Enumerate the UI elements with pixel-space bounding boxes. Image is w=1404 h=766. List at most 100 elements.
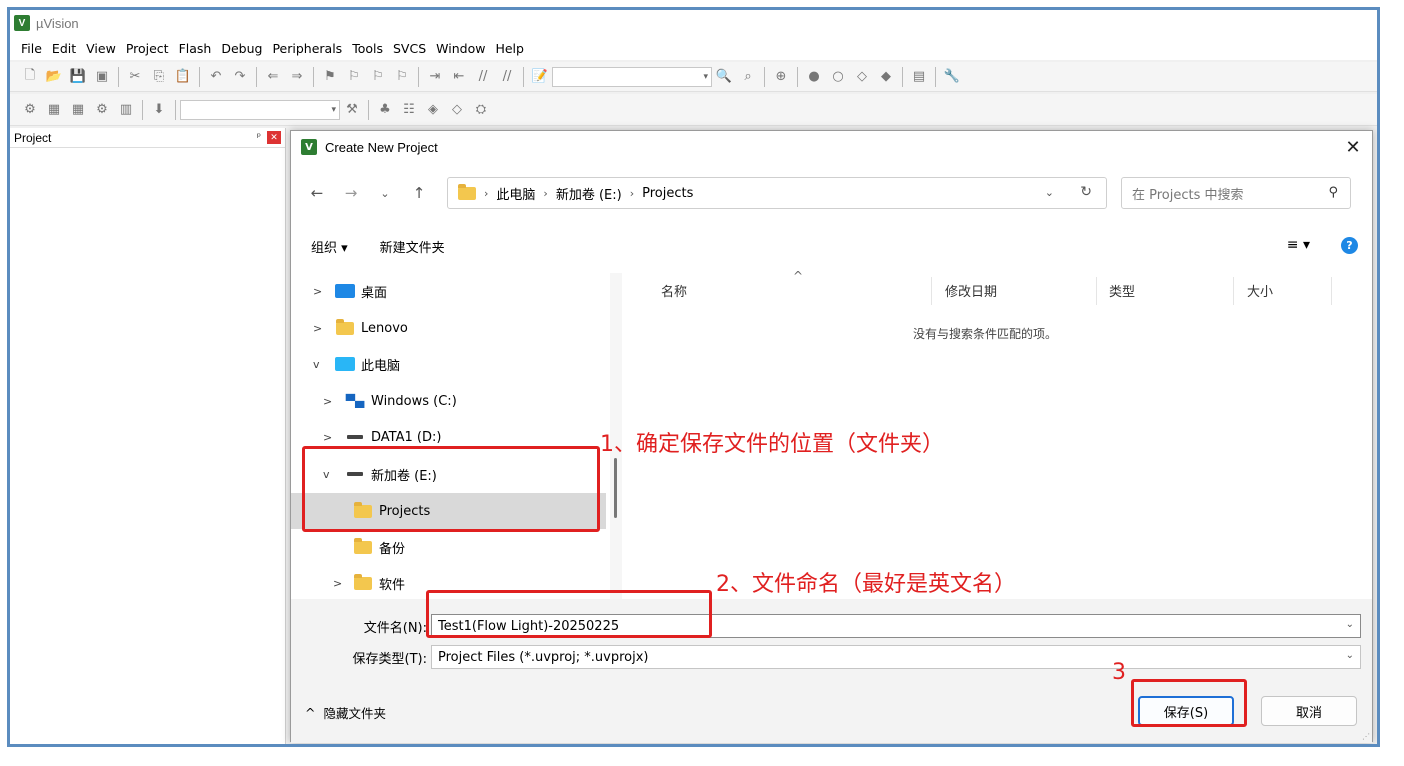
new-file-icon[interactable]: 🗋 xyxy=(20,67,40,87)
undo-icon[interactable]: ↶ xyxy=(206,67,226,87)
expand-chevron-icon[interactable]: > xyxy=(323,431,337,444)
nav-forward-icon[interactable]: ⇒ xyxy=(287,67,307,87)
window-layout-icon[interactable]: ▤ xyxy=(909,67,929,87)
select-packs-icon[interactable]: ☷ xyxy=(399,100,419,120)
view-options-icon[interactable]: ≡ ▾ xyxy=(1287,237,1310,253)
expand-chevron-icon[interactable]: > xyxy=(313,322,327,335)
find-combo[interactable]: ▾ xyxy=(552,66,712,87)
column-divider[interactable] xyxy=(1096,277,1097,305)
chevron-down-icon[interactable]: ⌄ xyxy=(1346,650,1354,661)
menu-edit[interactable]: Edit xyxy=(47,41,81,56)
organize-button[interactable]: 组织 ▾ xyxy=(311,237,348,256)
column-header-size[interactable]: 大小 xyxy=(1247,273,1273,307)
pack-installer-icon[interactable]: ◈ xyxy=(423,100,443,120)
manage-components-icon[interactable]: ♣ xyxy=(375,100,395,120)
close-icon[interactable]: ✕ xyxy=(267,131,281,144)
tree-item-lenovo[interactable]: > Lenovo xyxy=(313,310,408,346)
menu-svcs[interactable]: SVCS xyxy=(388,41,431,56)
configure-icon[interactable]: 🔧 xyxy=(942,67,962,87)
rte-icon[interactable]: ⛭ xyxy=(471,100,491,120)
resize-grip-icon[interactable]: ⋰ xyxy=(1362,732,1370,741)
scrollbar-thumb[interactable] xyxy=(614,458,617,518)
open-file-icon[interactable]: 📂 xyxy=(44,67,64,87)
menu-project[interactable]: Project xyxy=(121,41,174,56)
translate-icon[interactable]: ⚙ xyxy=(20,100,40,120)
collapse-chevron-icon[interactable]: v xyxy=(313,358,327,371)
breakpoint-icon[interactable]: ● xyxy=(804,67,824,87)
dialog-close-button[interactable]: ✕ xyxy=(1340,135,1366,159)
chevron-down-icon[interactable]: ⌄ xyxy=(1346,619,1354,630)
expand-chevron-icon[interactable]: > xyxy=(333,577,347,590)
target-options-icon[interactable]: ⚒ xyxy=(342,100,362,120)
find-in-files-icon[interactable]: 📝 xyxy=(530,67,550,87)
back-arrow-icon[interactable]: ← xyxy=(305,181,329,205)
paste-icon[interactable]: 📋 xyxy=(173,67,193,87)
menu-window[interactable]: Window xyxy=(431,41,490,56)
new-folder-button[interactable]: 新建文件夹 xyxy=(380,237,445,256)
rebuild-icon[interactable]: ▦ xyxy=(68,100,88,120)
comment-icon[interactable]: // xyxy=(473,67,493,87)
find-icon[interactable]: 🔍 xyxy=(714,67,734,87)
unindent-icon[interactable]: ⇤ xyxy=(449,67,469,87)
save-icon[interactable]: 💾 xyxy=(68,67,88,87)
tree-item-backup[interactable]: 备份 xyxy=(353,529,405,565)
redo-icon[interactable]: ↷ xyxy=(230,67,250,87)
breakpoint-disable-icon[interactable]: ○ xyxy=(828,67,848,87)
bookmark-next-icon[interactable]: ⚐ xyxy=(368,67,388,87)
pin-icon[interactable]: ᵖ xyxy=(257,132,261,143)
column-header-type[interactable]: 类型 xyxy=(1109,273,1135,307)
batch-build-icon[interactable]: ⚙ xyxy=(92,100,112,120)
column-header-name[interactable]: 名称 xyxy=(661,273,687,307)
breakpoint-disable-all-icon[interactable]: ◇ xyxy=(852,67,872,87)
cut-icon[interactable]: ✂ xyxy=(125,67,145,87)
download-icon[interactable]: ⬇ xyxy=(149,100,169,120)
tree-item-this-pc[interactable]: v 此电脑 xyxy=(313,346,400,382)
expand-chevron-icon[interactable]: > xyxy=(313,285,327,298)
column-divider[interactable] xyxy=(1233,277,1234,305)
menu-help[interactable]: Help xyxy=(490,41,529,56)
tree-item-desktop[interactable]: > 桌面 xyxy=(313,273,387,309)
search-icon[interactable]: ⚲ xyxy=(1328,185,1338,200)
stop-build-icon[interactable]: ▥ xyxy=(116,100,136,120)
help-icon[interactable]: ? xyxy=(1341,237,1358,254)
address-bar[interactable]: › 此电脑 › 新加卷 (E:) › Projects ⌄ ↻ xyxy=(447,177,1107,209)
nav-back-icon[interactable]: ⇐ xyxy=(263,67,283,87)
refresh-icon[interactable]: ↻ xyxy=(1080,184,1092,200)
hide-folders-toggle[interactable]: ^ 隐藏文件夹 xyxy=(305,703,386,722)
breakpoint-kill-all-icon[interactable]: ◆ xyxy=(876,67,896,87)
save-all-icon[interactable]: ▣ xyxy=(92,67,112,87)
copy-icon[interactable]: ⎘ xyxy=(149,67,169,87)
tree-item-software[interactable]: > 软件 xyxy=(333,565,405,601)
incremental-find-icon[interactable]: ⌕ xyxy=(738,67,758,87)
column-divider[interactable] xyxy=(1331,277,1332,305)
menu-view[interactable]: View xyxy=(81,41,121,56)
event-recorder-icon[interactable]: ◇ xyxy=(447,100,467,120)
recent-locations-chevron-icon[interactable]: ⌄ xyxy=(373,181,397,205)
menu-file[interactable]: File xyxy=(16,41,47,56)
forward-arrow-icon[interactable]: → xyxy=(339,181,363,205)
column-header-modified[interactable]: 修改日期 xyxy=(945,273,997,307)
indent-icon[interactable]: ⇥ xyxy=(425,67,445,87)
filetype-select[interactable]: Project Files (*.uvproj; *.uvprojx) ⌄ xyxy=(431,645,1361,669)
search-input[interactable]: 在 Projects 中搜索 ⚲ xyxy=(1121,177,1351,209)
chevron-down-icon[interactable]: ⌄ xyxy=(1045,186,1054,199)
breadcrumb-drive-e[interactable]: 新加卷 (E:) xyxy=(556,184,622,203)
expand-chevron-icon[interactable]: > xyxy=(323,395,337,408)
up-arrow-icon[interactable]: ↑ xyxy=(407,181,431,205)
uncomment-icon[interactable]: // xyxy=(497,67,517,87)
column-divider[interactable] xyxy=(931,277,932,305)
bookmark-icon[interactable]: ⚑ xyxy=(320,67,340,87)
menu-flash[interactable]: Flash xyxy=(174,41,217,56)
menu-peripherals[interactable]: Peripherals xyxy=(267,41,347,56)
menu-tools[interactable]: Tools xyxy=(347,41,388,56)
breadcrumb-projects[interactable]: Projects xyxy=(642,186,693,201)
debug-session-icon[interactable]: ⊕ xyxy=(771,67,791,87)
target-combo[interactable]: ▾ xyxy=(180,99,340,120)
bookmark-clear-icon[interactable]: ⚐ xyxy=(392,67,412,87)
bookmark-prev-icon[interactable]: ⚐ xyxy=(344,67,364,87)
menu-debug[interactable]: Debug xyxy=(216,41,267,56)
tree-item-windows-c[interactable]: > ▀▄ Windows (C:) xyxy=(323,383,457,419)
build-icon[interactable]: ▦ xyxy=(44,100,64,120)
breadcrumb-this-pc[interactable]: 此电脑 xyxy=(496,184,535,203)
cancel-button[interactable]: 取消 xyxy=(1261,696,1357,726)
